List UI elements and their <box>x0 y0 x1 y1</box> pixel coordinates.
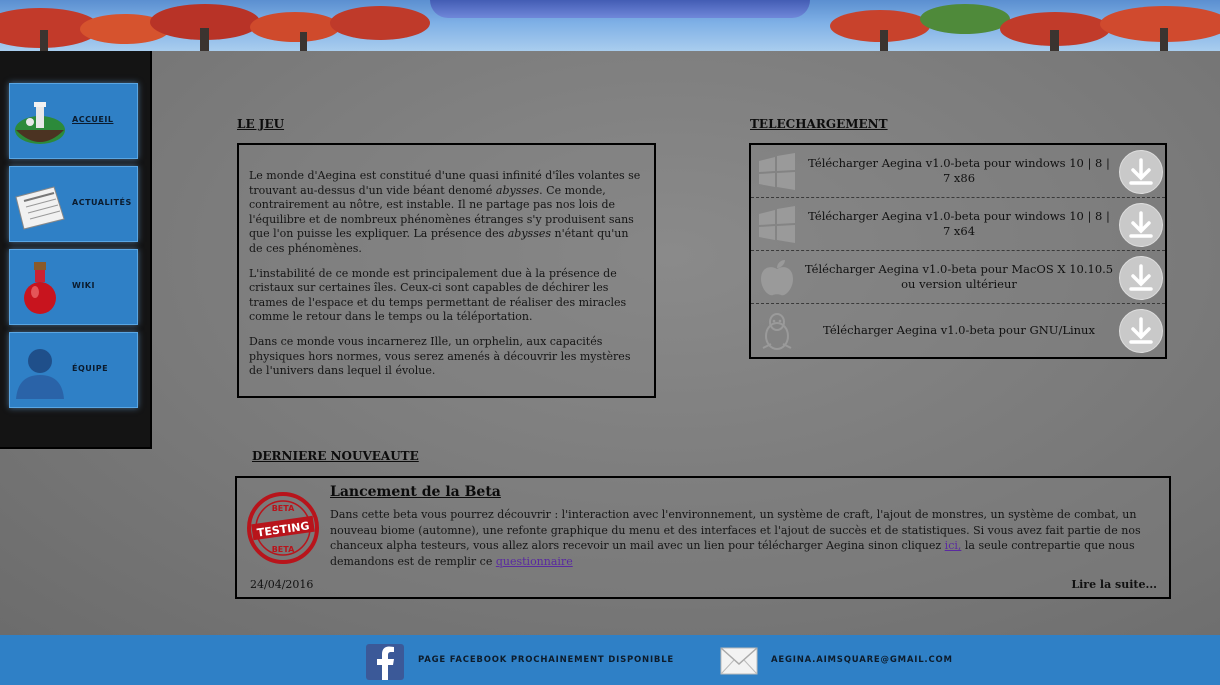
game-paragraph-1: Le monde d'Aegina est constitué d'une qu… <box>249 169 641 255</box>
download-icon[interactable] <box>1119 309 1163 353</box>
download-icon[interactable] <box>1119 256 1163 300</box>
stamp-text-bottom: BETA <box>272 545 295 554</box>
newspaper-icon <box>15 186 65 230</box>
download-icon[interactable] <box>1119 203 1163 247</box>
game-paragraph-2: L'instabilité de ce monde est principale… <box>249 266 627 324</box>
game-paragraph-3: Dans ce monde vous incarnerez Ille, un o… <box>249 334 631 378</box>
download-windows-x86[interactable]: Télécharger Aegina v1.0-beta pour window… <box>751 145 1165 198</box>
link-questionnaire[interactable]: questionnaire <box>496 555 573 568</box>
section-title-downloads: TELECHARGEMENT <box>750 117 888 131</box>
download-label: Télécharger Aegina v1.0-beta pour window… <box>808 156 1110 185</box>
island-icon <box>15 102 65 144</box>
game-description-panel: Le monde d'Aegina est constitué d'une qu… <box>237 143 656 398</box>
stamp-text-top: BETA <box>272 504 295 513</box>
sidebar-item-accueil[interactable]: ACCUEIL <box>9 83 138 159</box>
news-body: Dans cette beta vous pourrez découvrir :… <box>330 508 1141 568</box>
sidebar-item-equipe[interactable]: ÉQUIPE <box>9 332 138 408</box>
download-label: Télécharger Aegina v1.0-beta pour MacOS … <box>804 262 1114 291</box>
header-banner <box>0 0 1220 51</box>
sidebar-item-label: WIKI <box>72 281 95 290</box>
download-label: Télécharger Aegina v1.0-beta pour window… <box>808 209 1110 238</box>
mail-envelope-icon[interactable] <box>720 646 758 676</box>
sidebar-item-label: ACCUEIL <box>72 115 114 124</box>
footer: PAGE FACEBOOK PROCHAINEMENT DISPONIBLE A… <box>0 635 1220 685</box>
beta-testing-stamp: TESTING BETA BETA <box>247 492 319 564</box>
sidebar-nav: ACCUEIL ACTUALITÉS WIKI ÉQUIPE <box>0 51 152 449</box>
windows-icon <box>759 153 795 190</box>
download-linux[interactable]: Télécharger Aegina v1.0-beta pour GNU/Li… <box>751 304 1165 356</box>
download-icon[interactable] <box>1119 150 1163 194</box>
section-title-jeu: LE JEU <box>237 117 285 131</box>
news-title[interactable]: Lancement de la Beta <box>330 484 501 500</box>
aegina-logo <box>430 0 810 18</box>
link-ici[interactable]: ici, <box>945 539 962 552</box>
linux-tux-icon <box>762 313 792 350</box>
stamp-text: TESTING <box>256 519 310 539</box>
downloads-panel: Télécharger Aegina v1.0-beta pour window… <box>749 143 1167 359</box>
news-panel: TESTING BETA BETA Lancement de la Beta D… <box>235 476 1171 599</box>
sidebar-item-label: ACTUALITÉS <box>72 198 132 207</box>
sidebar-item-actualites[interactable]: ACTUALITÉS <box>9 166 138 242</box>
sidebar-item-label: ÉQUIPE <box>72 364 109 373</box>
sidebar-item-wiki[interactable]: WIKI <box>9 249 138 325</box>
potion-icon <box>24 262 56 314</box>
download-macos[interactable]: Télécharger Aegina v1.0-beta pour MacOS … <box>751 251 1165 304</box>
windows-icon <box>759 206 795 243</box>
facebook-label: PAGE FACEBOOK PROCHAINEMENT DISPONIBLE <box>418 655 675 665</box>
email-address[interactable]: AEGINA.AIMSQUARE@GMAIL.COM <box>771 655 953 665</box>
apple-icon <box>761 260 793 296</box>
download-windows-x64[interactable]: Télécharger Aegina v1.0-beta pour window… <box>751 198 1165 251</box>
section-title-news: DERNIERE NOUVEAUTE <box>252 449 419 463</box>
user-avatar-icon <box>16 349 64 399</box>
download-label: Télécharger Aegina v1.0-beta pour GNU/Li… <box>823 322 1095 337</box>
facebook-icon[interactable] <box>366 644 404 680</box>
news-date: 24/04/2016 <box>250 578 314 591</box>
read-more-link[interactable]: Lire la suite... <box>1071 578 1157 591</box>
